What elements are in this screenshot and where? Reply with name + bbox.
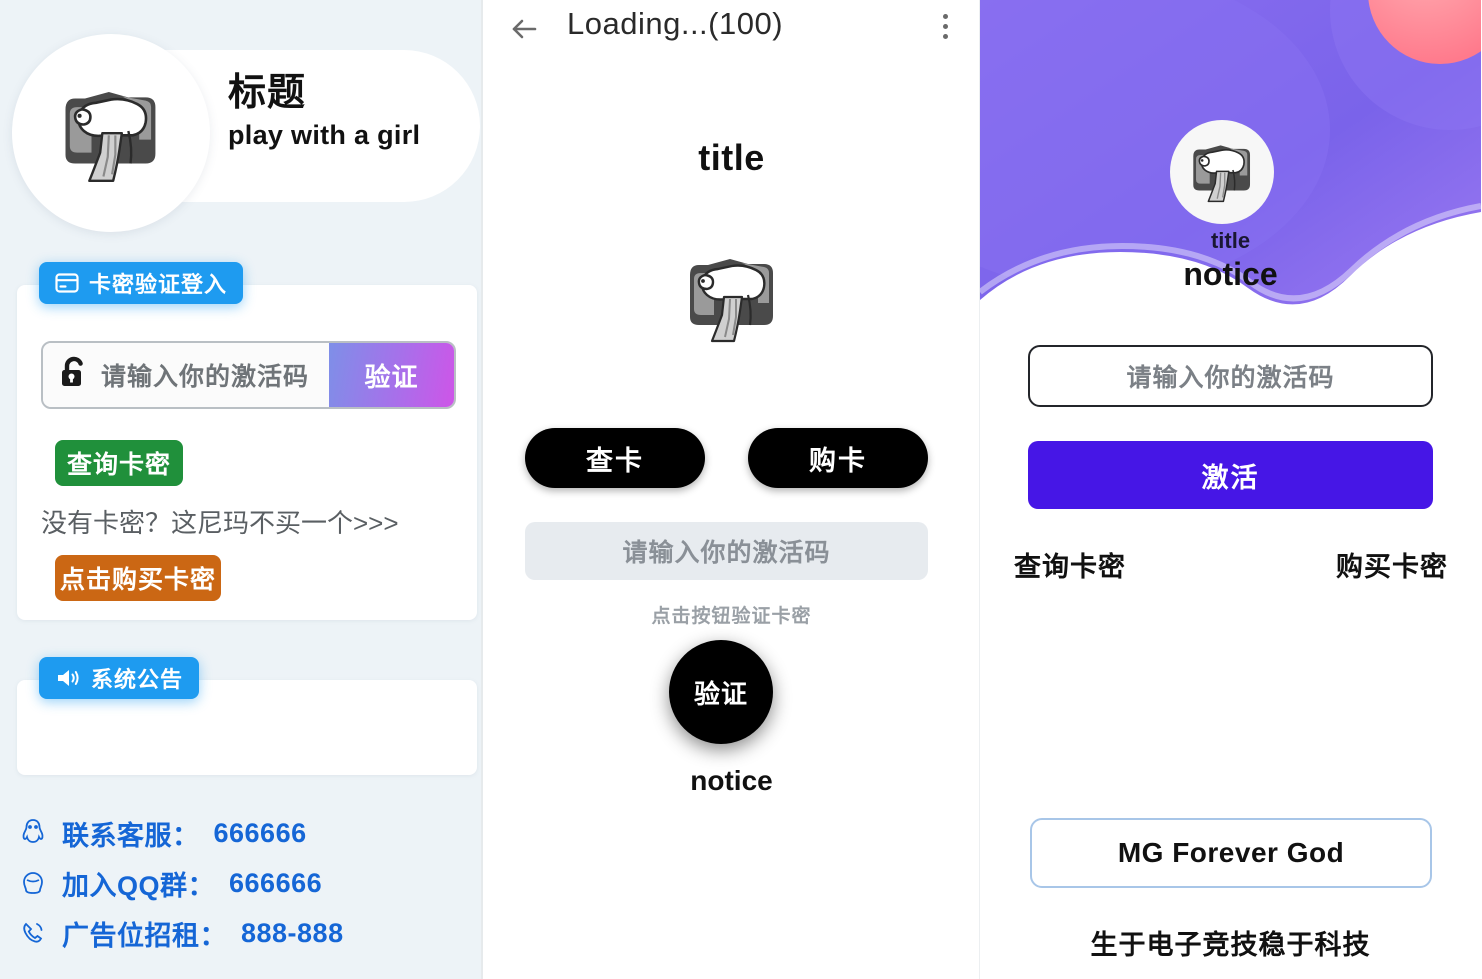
- unlock-icon: [59, 356, 89, 395]
- activation-code-placeholder: 请输入你的激活码: [101, 363, 310, 391]
- activation-code-placeholder: 请输入你的激活码: [622, 539, 831, 567]
- speaker-icon: [55, 667, 81, 689]
- page-title: 标题: [228, 72, 307, 114]
- contact-label-qq-group: 加入QQ群：: [62, 870, 216, 901]
- qq-group-icon: [18, 869, 48, 897]
- bear-on-sofa-logo-icon: [1181, 131, 1263, 214]
- middle-panel: Loading...(100) title 查卡 购卡 请输入你的激活码 点击按…: [483, 0, 980, 979]
- phone-icon: [18, 919, 48, 947]
- right-hero-title: title: [1210, 228, 1251, 253]
- verify-button[interactable]: 验证: [329, 343, 454, 407]
- hero-header: 标题 play with a girl: [12, 34, 480, 232]
- mobile-top-bar: Loading...(100): [483, 0, 979, 60]
- bear-on-sofa-logo-icon: [672, 238, 792, 357]
- qq-penguin-icon: [18, 818, 48, 848]
- bear-on-sofa-logo-icon: [46, 70, 176, 197]
- check-card-button[interactable]: 查卡: [525, 428, 705, 488]
- no-card-hint: 没有卡密？这尼玛不买一个>>>: [41, 508, 399, 538]
- buy-card-button[interactable]: 购卡: [748, 428, 928, 488]
- query-card-link[interactable]: 查询卡密: [1014, 545, 1126, 584]
- contact-label-ads: 广告位招租：: [62, 920, 227, 951]
- arrow-left-icon[interactable]: [507, 12, 541, 46]
- contact-value-ads: 888-888: [241, 917, 344, 948]
- system-notice-card: 系统公告: [17, 657, 477, 775]
- right-hero-banner: title notice: [980, 0, 1481, 340]
- avatar: [1170, 120, 1274, 224]
- app-logo: [12, 34, 210, 232]
- contact-label-service: 联系客服：: [62, 820, 200, 851]
- right-hero-notice: notice: [1183, 256, 1278, 292]
- contact-value-service: 666666: [213, 817, 307, 848]
- activation-code-placeholder: 请输入你的激活码: [1126, 364, 1335, 392]
- activation-code-input[interactable]: 请输入你的激活码: [43, 343, 329, 407]
- system-notice-badge-label: 系统公告: [91, 667, 184, 692]
- contact-value-qq-group: 666666: [229, 867, 323, 898]
- mid-logo: [483, 238, 980, 357]
- three-panel-screenshot: 标题 play with a girl 卡密验证登入 请输入你的激活码 验证 查…: [0, 0, 1482, 979]
- mobile-top-title: Loading...(100): [567, 6, 784, 41]
- activation-code-input[interactable]: 请输入你的激活码: [525, 522, 928, 580]
- verify-hint: 点击按钮验证卡密: [651, 606, 812, 627]
- verify-circle-button[interactable]: 验证: [669, 640, 773, 744]
- card-icon: [55, 273, 79, 293]
- more-vertical-icon[interactable]: [943, 14, 948, 39]
- footer-slogan: 生于电子竞技稳于科技: [1090, 930, 1371, 960]
- mid-notice: notice: [690, 765, 773, 796]
- contact-row-ads[interactable]: 广告位招租： 888-888: [18, 908, 344, 958]
- activation-code-field-group: 请输入你的激活码 验证: [41, 341, 456, 409]
- system-notice-badge: 系统公告: [39, 657, 200, 699]
- activate-button[interactable]: 激活: [1028, 441, 1433, 509]
- right-links-row: 查询卡密 购买卡密: [1014, 545, 1448, 584]
- login-card: 卡密验证登入 请输入你的激活码 验证 查询卡密 没有卡密？这尼玛不买一个>>> …: [17, 262, 477, 620]
- left-panel: 标题 play with a girl 卡密验证登入 请输入你的激活码 验证 查…: [0, 0, 483, 979]
- page-subtitle: play with a girl: [228, 119, 421, 150]
- mid-title: title: [698, 137, 765, 178]
- activation-code-input[interactable]: 请输入你的激活码: [1028, 345, 1433, 407]
- right-panel: title notice 请输入你的激活码 激活 查询卡密 购买卡密 MG Fo…: [980, 0, 1481, 979]
- footer-box[interactable]: MG Forever God: [1030, 818, 1432, 888]
- login-card-badge-label: 卡密验证登入: [89, 272, 228, 297]
- contact-row-service[interactable]: 联系客服： 666666: [18, 808, 344, 858]
- buy-card-link[interactable]: 购买卡密: [1336, 545, 1448, 584]
- login-card-badge: 卡密验证登入: [39, 262, 244, 304]
- query-card-button[interactable]: 查询卡密: [55, 440, 183, 486]
- buy-card-button[interactable]: 点击购买卡密: [55, 555, 221, 601]
- hero-text-block: 标题 play with a girl: [228, 72, 420, 151]
- contact-list: 联系客服： 666666 加入QQ群： 666666 广告位招租： 888-88…: [18, 808, 344, 958]
- contact-row-qq-group[interactable]: 加入QQ群： 666666: [18, 858, 344, 908]
